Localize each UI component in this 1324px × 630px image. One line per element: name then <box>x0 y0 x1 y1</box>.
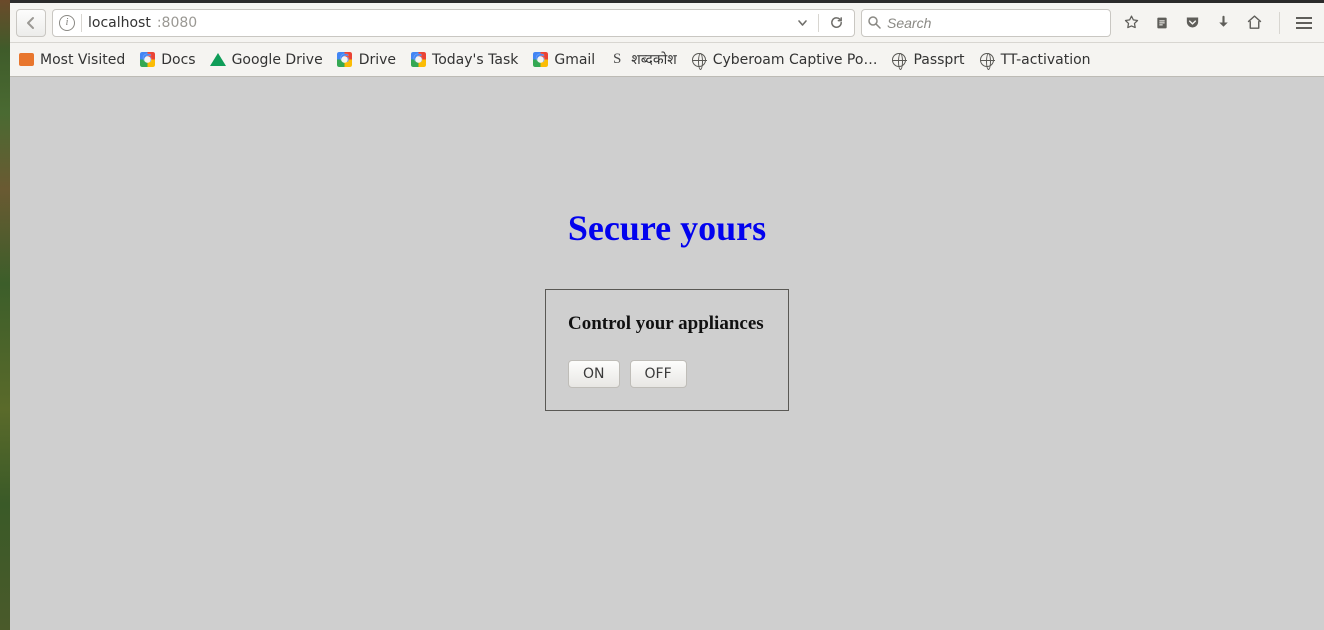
bookmark-label: Gmail <box>554 52 595 68</box>
urlbar-separator <box>81 14 82 32</box>
bookmark-label: Passprt <box>913 52 964 68</box>
bookmark-item[interactable]: Today's Task <box>410 52 518 68</box>
page-viewport: Secure yours Control your appliances ON … <box>10 77 1324 630</box>
site-info-icon[interactable]: i <box>59 15 75 31</box>
google-icon <box>410 52 426 68</box>
globe-icon <box>691 52 707 68</box>
shabdkosh-icon: S <box>609 52 625 68</box>
bookmark-item[interactable]: Google Drive <box>210 52 323 68</box>
bookmark-item[interactable]: S शब्दकोश <box>609 50 677 69</box>
urlbar-dropdown-icon[interactable] <box>793 17 812 28</box>
hamburger-icon <box>1296 17 1312 29</box>
bookmark-label: शब्दकोश <box>631 50 677 69</box>
page-title: Secure yours <box>10 207 1324 249</box>
bookmark-item[interactable]: Docs <box>139 52 195 68</box>
bookmark-label: TT-activation <box>1001 52 1091 68</box>
google-icon <box>337 52 353 68</box>
bookmark-item[interactable]: Gmail <box>532 52 595 68</box>
browser-chrome: i localhost :8080 <box>10 3 1324 77</box>
menu-button[interactable] <box>1296 17 1312 29</box>
bookmark-item[interactable]: Passprt <box>891 52 964 68</box>
drive-icon <box>210 52 226 68</box>
url-bar[interactable]: i localhost :8080 <box>52 9 855 37</box>
button-row: ON OFF <box>568 360 768 388</box>
card-heading: Control your appliances <box>568 312 768 336</box>
bookmark-item[interactable]: Most Visited <box>18 52 125 68</box>
bookmark-label: Most Visited <box>40 52 125 68</box>
bookmark-item[interactable]: TT-activation <box>979 52 1091 68</box>
bookmark-star-icon[interactable] <box>1123 14 1140 31</box>
downloads-icon[interactable] <box>1215 14 1232 31</box>
on-button[interactable]: ON <box>568 360 620 388</box>
toolbar-icons <box>1117 12 1318 34</box>
urlbar-separator-2 <box>818 14 819 32</box>
bookmarks-bar: Most Visited Docs Google Drive Drive Today's… <box>10 43 1324 77</box>
bookmark-label: Google Drive <box>232 52 323 68</box>
pocket-icon[interactable] <box>1184 14 1201 31</box>
reading-list-icon[interactable] <box>1154 15 1170 31</box>
globe-icon <box>891 52 907 68</box>
off-button[interactable]: OFF <box>630 360 687 388</box>
nav-toolbar: i localhost :8080 <box>10 3 1324 43</box>
reload-button[interactable] <box>825 15 848 30</box>
search-bar[interactable] <box>861 9 1111 37</box>
google-icon <box>139 52 155 68</box>
bookmark-label: Cyberoam Captive Po… <box>713 52 878 68</box>
bookmark-label: Drive <box>359 52 396 68</box>
bookmark-label: Today's Task <box>432 52 518 68</box>
google-icon <box>532 52 548 68</box>
bookmark-label: Docs <box>161 52 195 68</box>
bookmark-item[interactable]: Cyberoam Captive Po… <box>691 52 878 68</box>
most-visited-icon <box>18 52 34 68</box>
bookmark-item[interactable]: Drive <box>337 52 396 68</box>
os-launcher-sliver <box>0 0 10 630</box>
back-button[interactable] <box>16 9 46 37</box>
toolbar-separator <box>1279 12 1280 34</box>
control-card: Control your appliances ON OFF <box>545 289 789 411</box>
search-icon <box>868 16 881 29</box>
search-input[interactable] <box>887 15 1104 31</box>
home-icon[interactable] <box>1246 14 1263 31</box>
url-host: localhost <box>88 15 151 31</box>
url-port: :8080 <box>157 15 197 31</box>
globe-icon <box>979 52 995 68</box>
